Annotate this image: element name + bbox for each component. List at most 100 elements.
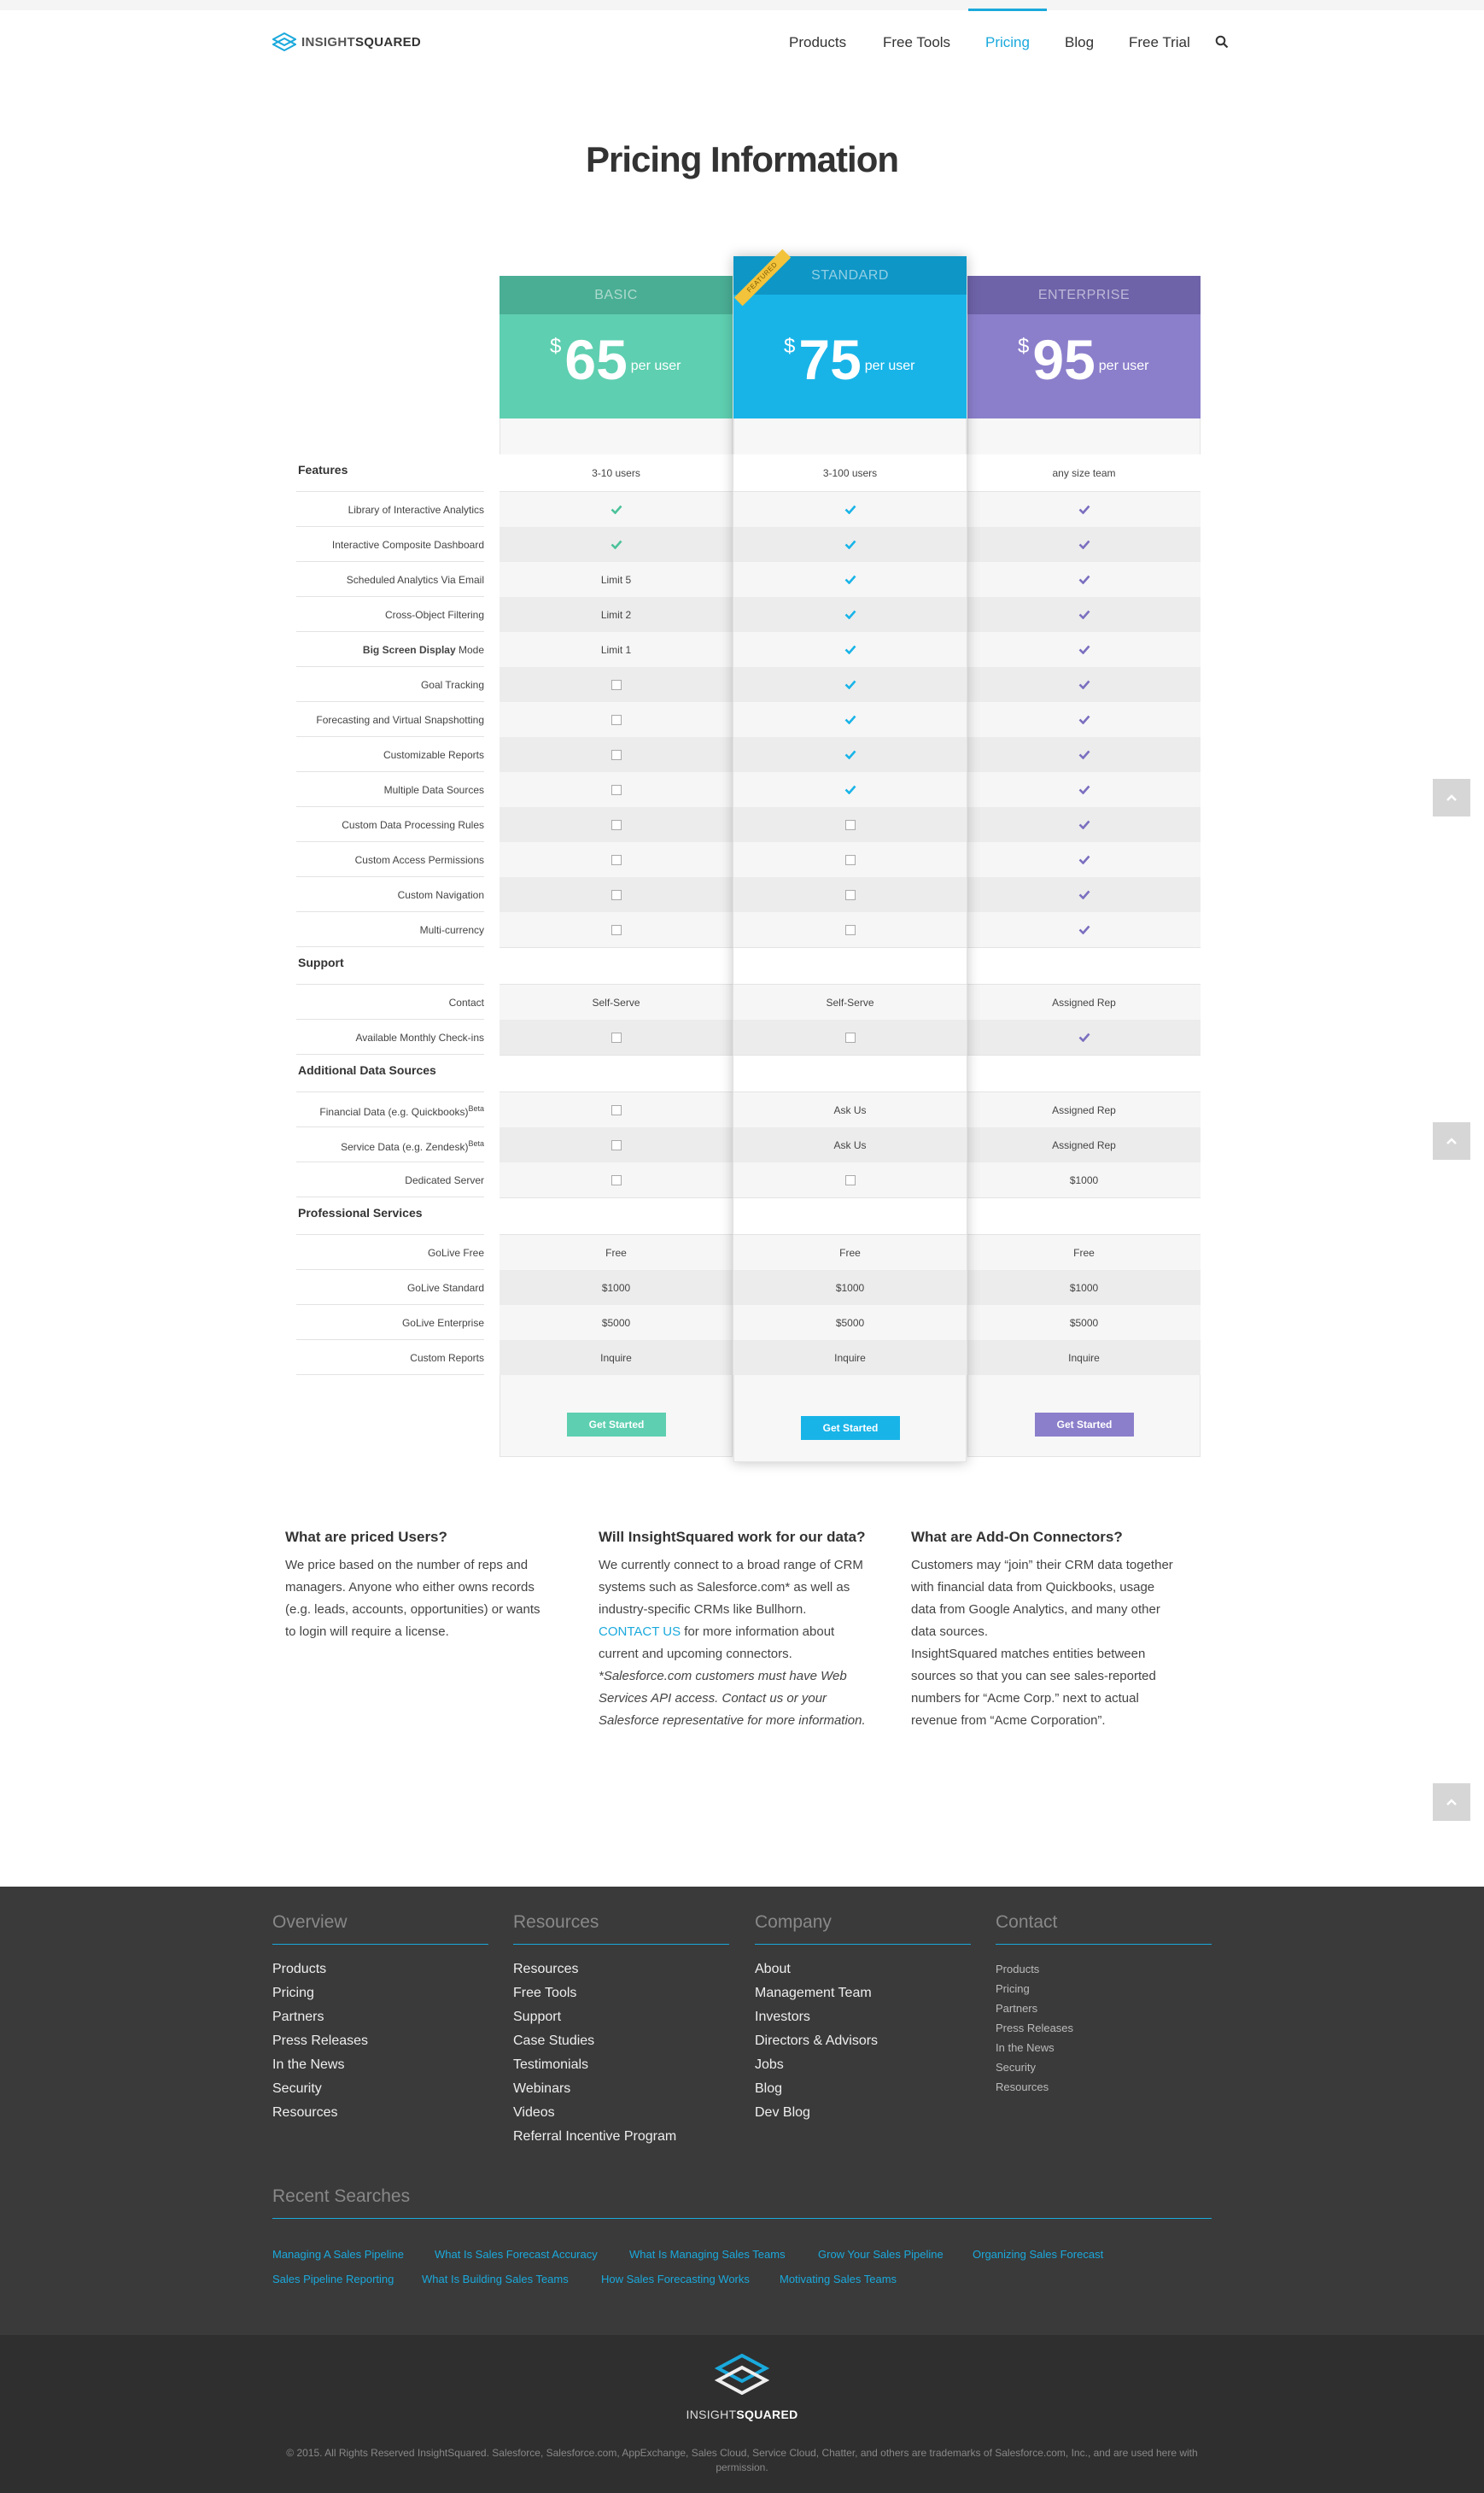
beta-tag: Beta (468, 1139, 484, 1148)
empty-box-icon (733, 807, 967, 842)
get-started-button[interactable]: Get Started (567, 1413, 666, 1437)
nav-blog[interactable]: Blog (1065, 34, 1094, 55)
section-spacer (500, 1055, 733, 1092)
feature-label: Custom Reports (295, 1352, 484, 1364)
nav-free-tools[interactable]: Free Tools (883, 34, 950, 55)
faq-question: What are Add-On Connectors? (911, 1529, 1123, 1545)
price-currency: $ (784, 335, 796, 358)
footer-link[interactable]: Resources (513, 1962, 578, 1977)
get-started-button[interactable]: Get Started (801, 1416, 900, 1440)
footer-logo[interactable] (0, 2353, 1484, 2399)
footer-link[interactable]: Management Team (755, 1986, 872, 2001)
scroll-top-button[interactable] (1433, 779, 1470, 816)
feature-label: Contact (295, 997, 484, 1009)
nav-pricing[interactable]: Pricing (985, 34, 1030, 55)
footer-link[interactable]: Free Tools (513, 1986, 576, 2001)
plan-cell: $5000 (733, 1305, 967, 1340)
site-logo[interactable]: INSIGHTSQUARED (272, 31, 421, 53)
recent-search-link[interactable]: What Is Managing Sales Teams (629, 2248, 786, 2261)
price-currency: $ (550, 335, 562, 358)
footer-link[interactable]: Products (272, 1962, 326, 1977)
feature-label: Interactive Composite Dashboard (295, 539, 484, 551)
footer-link[interactable]: Directors & Advisors (755, 2034, 878, 2049)
recent-search-link[interactable]: Organizing Sales Forecast (973, 2248, 1103, 2261)
section-spacer (967, 1197, 1201, 1235)
footer-link[interactable]: Resources (272, 2105, 337, 2121)
footer-link[interactable]: Press Releases (996, 2022, 1073, 2034)
contact-us-link[interactable]: CONTACT US (599, 1624, 681, 1639)
check-icon (967, 667, 1201, 702)
recent-search-link[interactable]: Managing A Sales Pipeline (272, 2248, 404, 2261)
section-title: Professional Services (298, 1206, 423, 1220)
check-icon (733, 702, 967, 737)
check-icon (500, 492, 733, 527)
footer-link[interactable]: Security (996, 2061, 1036, 2074)
check-icon (967, 807, 1201, 842)
recent-search-link[interactable]: Motivating Sales Teams (780, 2273, 897, 2285)
logo-text: INSIGHTSQUARED (301, 34, 422, 50)
footer-link[interactable]: Pricing (272, 1986, 314, 2001)
recent-search-link[interactable]: How Sales Forecasting Works (601, 2273, 750, 2285)
section-spacer (500, 947, 733, 985)
footer-link[interactable]: Jobs (755, 2057, 784, 2073)
footer-link[interactable]: Dev Blog (755, 2105, 810, 2121)
footer-link[interactable]: In the News (996, 2041, 1055, 2054)
footer-column-title: Overview (272, 1912, 348, 1932)
check-icon (967, 562, 1201, 597)
nav-products[interactable]: Products (789, 34, 846, 55)
top-strip (0, 0, 1484, 10)
footer-link[interactable]: About (755, 1962, 791, 1977)
search-icon[interactable] (1215, 35, 1229, 49)
section-spacer (733, 1055, 967, 1092)
recent-search-link[interactable]: Sales Pipeline Reporting (272, 2273, 394, 2285)
plan-cell: Assigned Rep (967, 1092, 1201, 1127)
feature-label: Multi-currency (295, 924, 484, 936)
feature-label: Dedicated Server (295, 1174, 484, 1186)
recent-search-link[interactable]: What Is Sales Forecast Accuracy (435, 2248, 598, 2261)
footer-divider (755, 1944, 971, 1945)
footer-link[interactable]: Resources (996, 2080, 1049, 2093)
plan-cell: Assigned Rep (967, 985, 1201, 1020)
check-icon (733, 562, 967, 597)
recent-search-link[interactable]: Grow Your Sales Pipeline (818, 2248, 944, 2261)
section-title: Features (298, 463, 348, 477)
footer-link[interactable]: Press Releases (272, 2034, 368, 2049)
footer-link[interactable]: Case Studies (513, 2034, 594, 2049)
check-icon (967, 702, 1201, 737)
get-started-button[interactable]: Get Started (1035, 1413, 1134, 1437)
feature-label-text: Custom Reports (410, 1352, 484, 1364)
recent-search-link[interactable]: What Is Building Sales Teams (422, 2273, 569, 2285)
empty-box-icon (500, 737, 733, 772)
footer-link[interactable]: Security (272, 2081, 322, 2097)
scroll-top-button[interactable] (1433, 1783, 1470, 1821)
footer-link[interactable]: Investors (755, 2010, 810, 2025)
plan-cell: Self-Serve (500, 985, 733, 1020)
check-icon (967, 632, 1201, 667)
feature-label-text: Custom Navigation (397, 889, 484, 901)
chevron-up-icon (1446, 1799, 1457, 1805)
footer-link[interactable]: Testimonials (513, 2057, 588, 2073)
beta-tag: Beta (468, 1104, 484, 1113)
plan-cell: Self-Serve (733, 985, 967, 1020)
faq-note: *Salesforce.com customers must have Web (599, 1669, 847, 1683)
check-icon (733, 597, 967, 632)
footer-link[interactable]: Referral Incentive Program (513, 2129, 676, 2145)
footer-link[interactable]: Pricing (996, 1982, 1030, 1995)
plan-cell: Inquire (967, 1340, 1201, 1375)
check-icon (967, 527, 1201, 562)
empty-box-icon (500, 772, 733, 807)
footer-link[interactable]: In the News (272, 2057, 344, 2073)
feature-label-text: GoLive Free (427, 1247, 484, 1259)
footer-link[interactable]: Products (996, 1963, 1039, 1975)
nav-free-trial[interactable]: Free Trial (1129, 34, 1190, 55)
plan-price: $75 per user (784, 330, 914, 389)
footer-link[interactable]: Webinars (513, 2081, 570, 2097)
footer-link[interactable]: Partners (272, 2010, 324, 2025)
footer-link[interactable]: Blog (755, 2081, 782, 2097)
feature-label-text: Custom Data Processing Rules (342, 819, 484, 831)
scroll-top-button[interactable] (1433, 1122, 1470, 1160)
faq-line: managers. Anyone who either owns records (285, 1580, 535, 1595)
footer-link[interactable]: Partners (996, 2002, 1037, 2015)
footer-link[interactable]: Videos (513, 2105, 555, 2121)
footer-link[interactable]: Support (513, 2010, 561, 2025)
